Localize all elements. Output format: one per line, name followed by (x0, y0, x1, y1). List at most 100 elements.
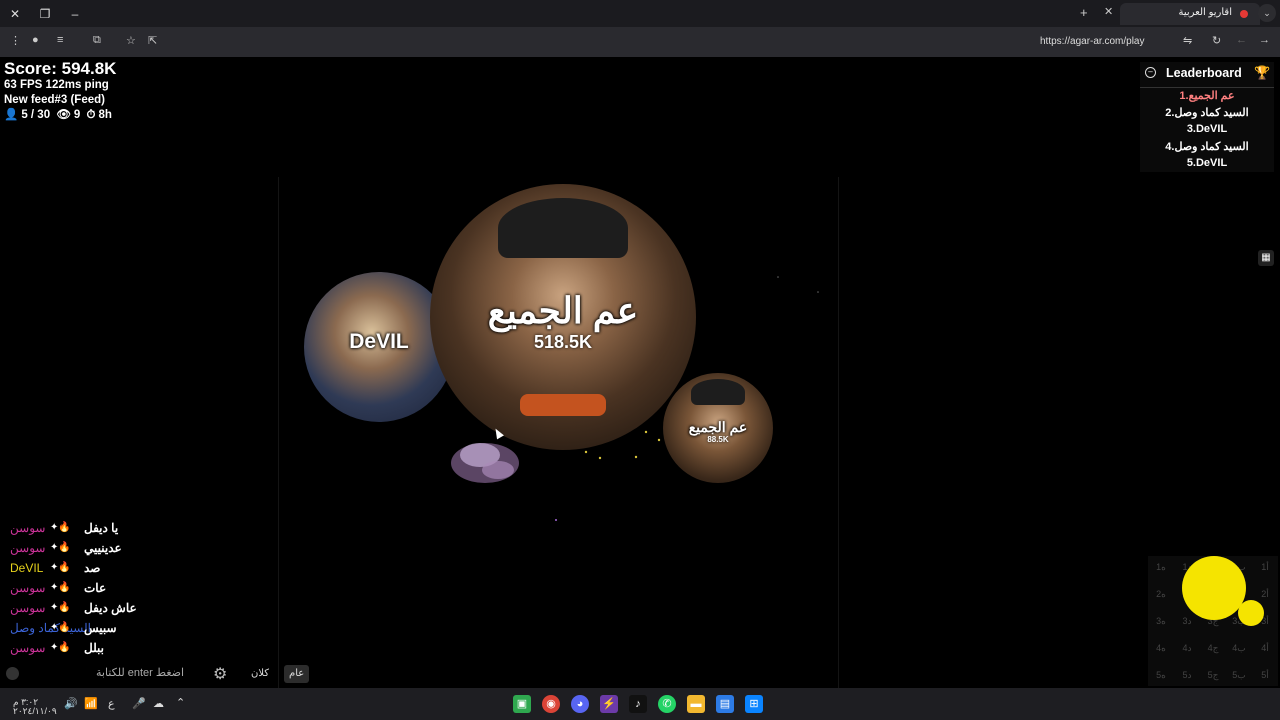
spectators-icon: 👁 (56, 109, 71, 121)
chat-log: سوسن ✦🔥 يا ديفل سوسن ✦🔥 عدينييي DeVIL ✦🔥 صد سوسن ✦… (6, 518, 206, 658)
minimap-grid-label: 2أ (1261, 589, 1269, 599)
minimap-grid-label: 3د (1182, 616, 1192, 626)
volume-icon[interactable]: 🔊 (64, 697, 78, 710)
player-cell-split: عم الجميع 88.5K (663, 373, 773, 483)
hat-icon (498, 198, 628, 258)
taskbar: ٣:٠٢ م ٢٠٢٤/١١/٠٩ 🔊 📶 ع 🎤 ☁ ⌃ ▣ ◉ ◕ ⚡ ♪ … (0, 688, 1280, 720)
chat-tab-clan[interactable]: كلان (246, 665, 274, 683)
chat-text: عدينييي (84, 541, 122, 555)
chat-sender[interactable]: DeVIL (10, 558, 43, 578)
tray-chevron-icon[interactable]: ⌃ (176, 696, 185, 709)
pellet (657, 438, 661, 442)
store-icon[interactable]: ▤ (716, 695, 734, 713)
language-indicator[interactable]: ع (108, 697, 115, 710)
minimap: 5أ5ب5ج5د5ه4أ4ب4ج4د4ه3أ3ب3ج3د3ه2أ2ب2ج2د2ه… (1148, 556, 1278, 686)
virus-cluster (451, 443, 519, 483)
badge-icon: ✦🔥 (50, 602, 71, 613)
hat-icon (691, 379, 745, 405)
minimap-grid-label: 4ه (1156, 643, 1166, 653)
minimize-icon[interactable]: – (1145, 67, 1156, 78)
minimap-grid-label: 1ه (1156, 562, 1166, 572)
pellet (777, 276, 779, 278)
chat-tab-general[interactable]: عام (284, 665, 310, 683)
chat-text: عات (84, 581, 107, 595)
feed-text: New feed#3 (Feed) (4, 94, 105, 106)
chat-message: السيد كماد وصل ✦🔥 سبيس (6, 618, 206, 638)
settings-gear-icon[interactable]: ⚙ (213, 664, 227, 684)
divider (1140, 87, 1274, 88)
chat-sender[interactable]: سوسن (10, 538, 45, 558)
leaderboard-entry: عم الجميع.1 (1179, 90, 1235, 102)
minimap-grid-label: 4أ (1261, 643, 1269, 653)
leaderboard-entry: السيد كماد وصل.4 (1165, 141, 1249, 153)
app-icon-purple[interactable]: ⚡ (600, 695, 618, 713)
windows-start-icon[interactable]: ⊞ (745, 695, 763, 713)
badge-icon: ✦🔥 (50, 562, 71, 573)
minimap-grid-label: 5د (1182, 670, 1192, 680)
minimap-grid-label: 4د (1182, 643, 1192, 653)
uptime-text: 8h (98, 109, 112, 121)
trophy-icon: 🏆 (1254, 65, 1271, 80)
chat-sender[interactable]: سوسن (10, 518, 45, 538)
minimap-grid-label: 5أ (1261, 670, 1269, 680)
chat-message: سوسن ✦🔥 يا ديفل (6, 518, 206, 538)
folder-icon[interactable]: ▬ (687, 695, 705, 713)
chat-message: سوسن ✦🔥 ببلل (6, 638, 206, 658)
chat-message: سوسن ✦🔥 عدينييي (6, 538, 206, 558)
leaderboard: – Leaderboard 🏆 عم الجميع.1 السيد كماد وص… (1140, 62, 1274, 172)
chat-sender[interactable]: سوسن (10, 638, 45, 658)
minimap-grid-label: 5ب (1232, 670, 1246, 680)
cell-name-split: عم الجميع (688, 419, 748, 435)
chat-text: عاش ديفل (84, 601, 137, 615)
pellet (634, 455, 638, 459)
chat-text: سبيس (84, 621, 117, 635)
badge-icon: ✦🔥 (50, 522, 71, 533)
cell-mass-main: 518.5K (533, 332, 593, 352)
chat-message: سوسن ✦🔥 عات (6, 578, 206, 598)
chat-sender[interactable]: سوسن (10, 598, 45, 618)
score-text: Score: 594.8K (4, 59, 117, 78)
minimap-grid-label: 3ه (1156, 616, 1166, 626)
cloud-icon[interactable]: ☁ (153, 697, 164, 710)
minimap-grid-label: 2ه (1156, 589, 1166, 599)
emoji-icon[interactable] (6, 667, 19, 680)
minimap-player-split (1238, 600, 1264, 626)
minimap-grid-label: 5ه (1156, 670, 1166, 680)
chat-text: ببلل (84, 641, 105, 655)
minimap-grid-label: 1أ (1261, 562, 1269, 572)
whatsapp-icon[interactable]: ✆ (658, 695, 676, 713)
chat-text: صد (84, 561, 101, 575)
bowtie-icon (520, 394, 606, 416)
leaderboard-entry: السيد كماد وصل.2 (1165, 107, 1249, 119)
badge-icon: ✦🔥 (50, 642, 71, 653)
cell-name-main: عم الجميع (487, 290, 639, 331)
pellet (598, 456, 602, 460)
chat-input[interactable]: اضغط enter للكتابة (96, 666, 184, 679)
leaderboard-title: Leaderboard (1166, 66, 1242, 80)
chat-bar: اضغط enter للكتابة ⚙ كلان عام (0, 660, 320, 688)
chat-sender[interactable]: سوسن (10, 578, 45, 598)
clock: ٣:٠٢ م ٢٠٢٤/١١/٠٩ (13, 698, 57, 716)
minimap-grid-label: 5ج (1207, 670, 1219, 680)
discord-icon[interactable]: ◕ (571, 695, 589, 713)
minimap-grid-label: 4ج (1207, 643, 1219, 653)
fps-ping-text: 63 FPS 122ms ping (4, 79, 109, 91)
wifi-icon[interactable]: 📶 (84, 697, 98, 710)
grid-menu-icon[interactable]: ▦ (1258, 250, 1274, 266)
hud-stats: Score: 594.8K 63 FPS 122ms ping New feed… (4, 60, 116, 123)
minimap-grid-label: 4ب (1232, 643, 1246, 653)
players-count: 5 / 30 (21, 109, 51, 121)
microphone-icon[interactable]: 🎤 (132, 697, 146, 710)
pellet (555, 519, 557, 521)
pellet (817, 291, 819, 293)
player-cell-main: عم الجميع 518.5K (430, 184, 696, 450)
badge-icon: ✦🔥 (50, 622, 71, 633)
server-stats: 👤 5 / 30 👁 9 ⏱ 8h (4, 108, 116, 123)
leaderboard-entry: 3.DeVIL (1186, 123, 1228, 135)
app-icon-green[interactable]: ▣ (513, 695, 531, 713)
tiktok-icon[interactable]: ♪ (629, 695, 647, 713)
badge-icon: ✦🔥 (50, 542, 71, 553)
minimap-player-main (1182, 556, 1246, 620)
chrome-icon[interactable]: ◉ (542, 695, 560, 713)
leaderboard-entry: 5.DeVIL (1186, 157, 1228, 169)
